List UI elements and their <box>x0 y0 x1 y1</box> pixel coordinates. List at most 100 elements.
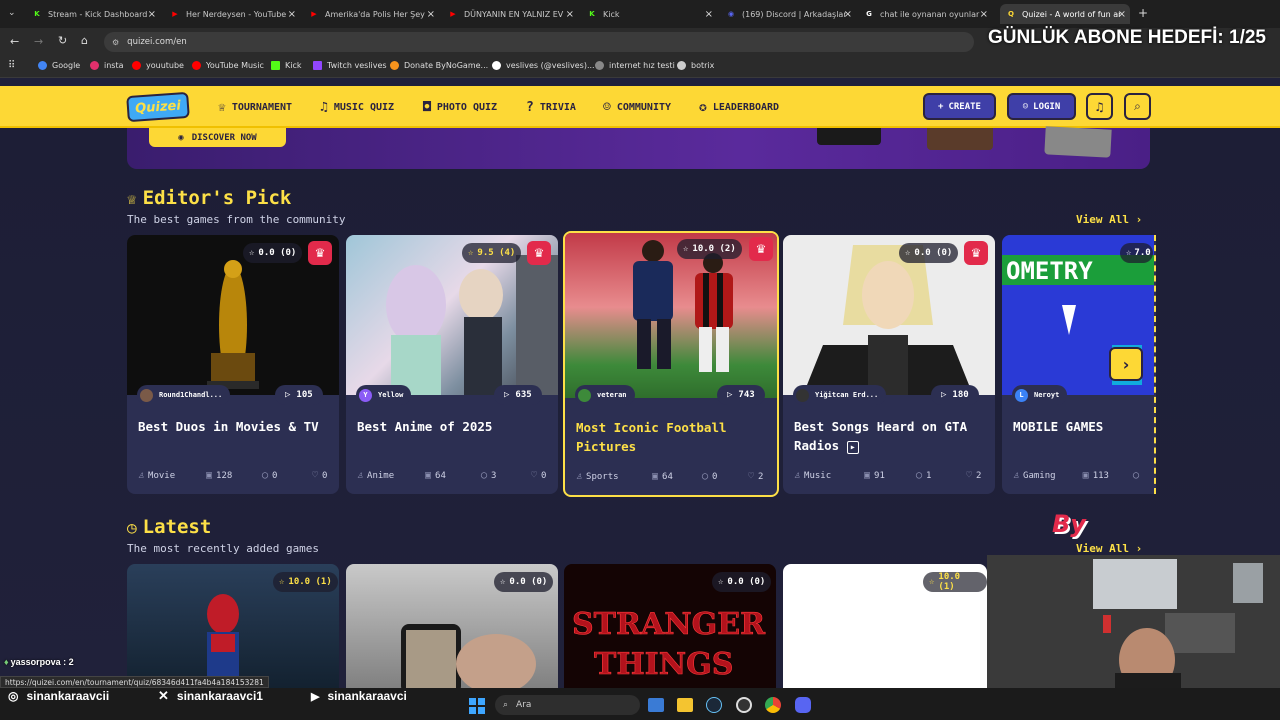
forward-icon[interactable]: → <box>34 35 43 48</box>
user-icon: ☺ <box>1022 101 1029 112</box>
notifications-bell-icon[interactable]: ♫ <box>1086 93 1113 120</box>
author-chip[interactable]: Y Yellow <box>356 385 412 405</box>
quiz-card[interactable]: ☆ 0.0 (0) ♛ Yiğitcan Erd... ▷ 180 Best Son… <box>783 235 995 494</box>
bookmark-botrix[interactable]: botrix <box>677 61 714 70</box>
tab-7-active[interactable]: Q Quizei - A world of fun ar × <box>1000 4 1130 24</box>
tab-1[interactable]: ▶ Her Nerdeysen - YouTube × <box>170 4 300 24</box>
bookmark-speedtest[interactable]: internet hız testi <box>595 61 675 70</box>
latest-title: ◷ Latest <box>127 516 212 538</box>
bookmarks-bar: ⠿ Google insta youutube YouTube Music Ki… <box>0 56 1280 78</box>
quiz-card-hovered[interactable]: ☆ 10.0 (2) ♛ veteran ▷ 743 Most Iconic Foo… <box>563 231 779 497</box>
latest-quiz-card[interactable]: ☆ 10.0 (1) <box>783 564 987 694</box>
medal-icon: ✪ <box>699 100 707 115</box>
bynogame-logo: By <box>1052 510 1086 538</box>
x-social: ✕ sinankaraavci1 <box>158 688 263 703</box>
premium-crown-icon: ♛ <box>964 241 988 265</box>
windows-taskbar: ◎ sinankaraavcii ✕ sinankaraavci1 ▶ sinanka… <box>0 688 1280 720</box>
windows-start-icon[interactable] <box>469 698 485 714</box>
editors-pick-view-all[interactable]: View All › <box>1076 213 1142 226</box>
author-chip[interactable]: Yiğitcan Erd... <box>793 385 887 405</box>
tab-4[interactable]: K Kick × <box>587 4 717 24</box>
back-icon[interactable]: ← <box>10 35 19 48</box>
clock-icon: ◷ <box>127 517 137 537</box>
nav-photo-quiz[interactable]: ◘ PHOTO QUIZ <box>423 100 497 115</box>
card-meta: ♙ Sports ▣ 64 ◯ 0 ♡ 2 <box>576 471 764 482</box>
steam-icon[interactable] <box>706 697 722 713</box>
card-title: Best Duos in Movies & TV <box>138 419 319 434</box>
latest-subtitle: The most recently added games <box>127 542 320 555</box>
streamer-webcam <box>987 555 1280 688</box>
taskbar-search[interactable]: ⌕ Ara <box>495 695 640 715</box>
quiz-card[interactable]: ☆ 9.5 (4) ♛ Y Yellow ▷ 635 Best Anime of 20… <box>346 235 558 494</box>
url-text: quizei.com/en <box>127 37 187 47</box>
obs-icon[interactable] <box>736 697 752 713</box>
card-title: Best Songs Heard on GTA Radios ▸ <box>794 419 968 454</box>
bookmark-youtube-music[interactable]: YouTube Music <box>192 61 264 70</box>
search-icon[interactable]: ⌕ <box>1124 93 1151 120</box>
create-button[interactable]: + CREATE <box>923 93 996 120</box>
browser-tab-bar: ⌄ K Stream - Kick Dashboard × ▶ Her Nerdeys… <box>0 0 1280 28</box>
new-tab-button[interactable]: + <box>1138 6 1148 20</box>
latest-quiz-card[interactable]: ☆ 0.0 (0) <box>346 564 558 694</box>
people-icon: ☺ <box>603 100 611 115</box>
page-top-strip <box>0 78 1280 86</box>
bookmark-twitch[interactable]: Twitch veslives <box>313 61 387 70</box>
webcam-feed-image <box>987 555 1280 688</box>
discord-icon[interactable] <box>795 697 811 713</box>
reload-icon[interactable]: ↻ <box>58 34 67 47</box>
card-title: Most Iconic Football Pictures <box>576 420 727 454</box>
nav-trivia[interactable]: ? TRIVIA <box>526 100 576 115</box>
tab-6[interactable]: Gchat ile oynanan oyunlar × <box>864 4 992 24</box>
bookmark-donate[interactable]: Donate ByNoGame... <box>390 61 488 70</box>
card-meta: ♙ Movie ▣ 128 ◯ 0 ♡ 0 <box>138 470 328 481</box>
football-players-image <box>633 240 733 372</box>
card-title: Best Anime of 2025 <box>357 419 493 434</box>
author-chip[interactable]: veteran <box>575 385 635 405</box>
play-circle-icon: ◉ <box>178 132 184 143</box>
play-count: ▷ 105 <box>275 385 323 405</box>
quizei-logo[interactable]: Quizei <box>126 91 190 123</box>
play-count: ▷ 635 <box>494 385 542 405</box>
site-info-icon[interactable]: ⚙ <box>112 38 119 47</box>
file-explorer-icon[interactable] <box>677 698 693 712</box>
discover-now-button[interactable]: ◉ DISCOVER NOW <box>149 128 286 147</box>
tab-menu-icon[interactable]: ⌄ <box>8 8 16 18</box>
bookmark-google[interactable]: Google <box>38 61 80 70</box>
quiz-card-partial[interactable]: OMETRY ☆ 7.0 › L Neroyt MOBILE GAMES ♙ Gami… <box>1002 235 1156 494</box>
youtube-social: ▶ sinankaraavci <box>311 689 407 703</box>
carousel-next-button[interactable]: › <box>1109 347 1143 381</box>
tab-0[interactable]: K Stream - Kick Dashboard × <box>32 4 160 24</box>
latest-quiz-card[interactable]: STRANGER THINGS ☆ 0.0 (0) <box>564 564 776 694</box>
banner-thumb-2 <box>927 128 993 150</box>
task-view-icon[interactable] <box>648 698 664 712</box>
quiz-card[interactable]: ☆ 0.0 (0) ♛ Round1Chandl... ▷ 105 Best Duo… <box>127 235 339 494</box>
bookmark-youtube[interactable]: youutube <box>132 61 184 70</box>
latest-quiz-card[interactable]: ☆ 10.0 (1) <box>127 564 339 694</box>
nav-music-quiz[interactable]: ♫ MUSIC QUIZ <box>320 100 394 115</box>
author-chip[interactable]: Round1Chandl... <box>137 385 231 405</box>
login-button[interactable]: ☺ LOGIN <box>1007 93 1076 120</box>
tab-5[interactable]: ◉ (169) Discord | Arkadaşlar × <box>726 4 856 24</box>
banner-thumb-1 <box>817 128 881 145</box>
bookmark-tiktok[interactable]: veslives (@veslives)... <box>492 61 595 70</box>
editors-pick-title: ♕ Editor's Pick <box>127 187 292 209</box>
instagram-icon: ◎ <box>8 689 19 703</box>
bookmark-kick[interactable]: Kick <box>271 61 302 70</box>
home-icon[interactable]: ⌂ <box>81 34 88 47</box>
card-meta: ♙ Gaming ▣ 113 ◯ <box>1013 470 1139 481</box>
author-chip[interactable]: L Neroyt <box>1012 385 1068 405</box>
bookmark-insta[interactable]: insta <box>90 61 124 70</box>
nav-tournament[interactable]: ♕ TOURNAMENT <box>218 100 292 115</box>
nav-leaderboard[interactable]: ✪ LEADERBOARD <box>699 100 779 115</box>
instagram-social: ◎ sinankaraavcii <box>8 689 110 703</box>
url-field[interactable]: ⚙ quizei.com/en <box>104 32 974 52</box>
chrome-icon[interactable] <box>765 697 781 713</box>
nav-community[interactable]: ☺ COMMUNITY <box>603 100 671 115</box>
tab-2[interactable]: ▶ Amerika'da Polis Her Şey × <box>309 4 439 24</box>
card-meta: ♙ Music ▣ 91 ◯ 1 ♡ 2 <box>794 470 982 481</box>
apps-icon[interactable]: ⠿ <box>8 60 15 71</box>
svg-text:OMETRY: OMETRY <box>1006 257 1093 285</box>
tab-3[interactable]: ▶ DÜNYANIN EN YALNIZ EV × <box>448 4 578 24</box>
help-icon: ? <box>526 100 534 115</box>
card-title: MOBILE GAMES <box>1013 419 1104 434</box>
